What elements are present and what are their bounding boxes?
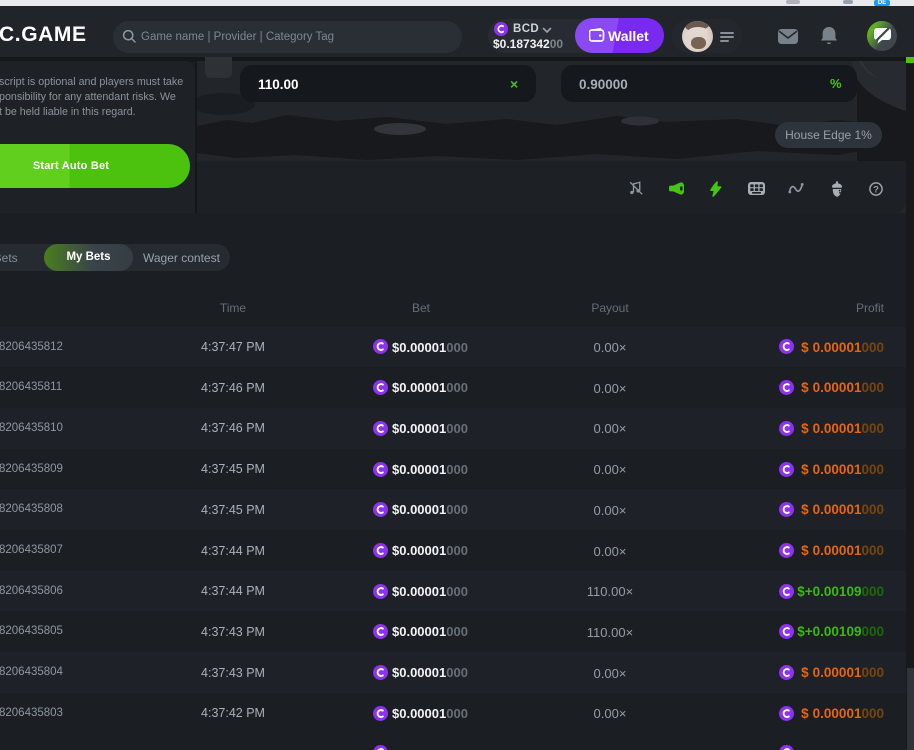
- svg-text:?: ?: [873, 184, 879, 195]
